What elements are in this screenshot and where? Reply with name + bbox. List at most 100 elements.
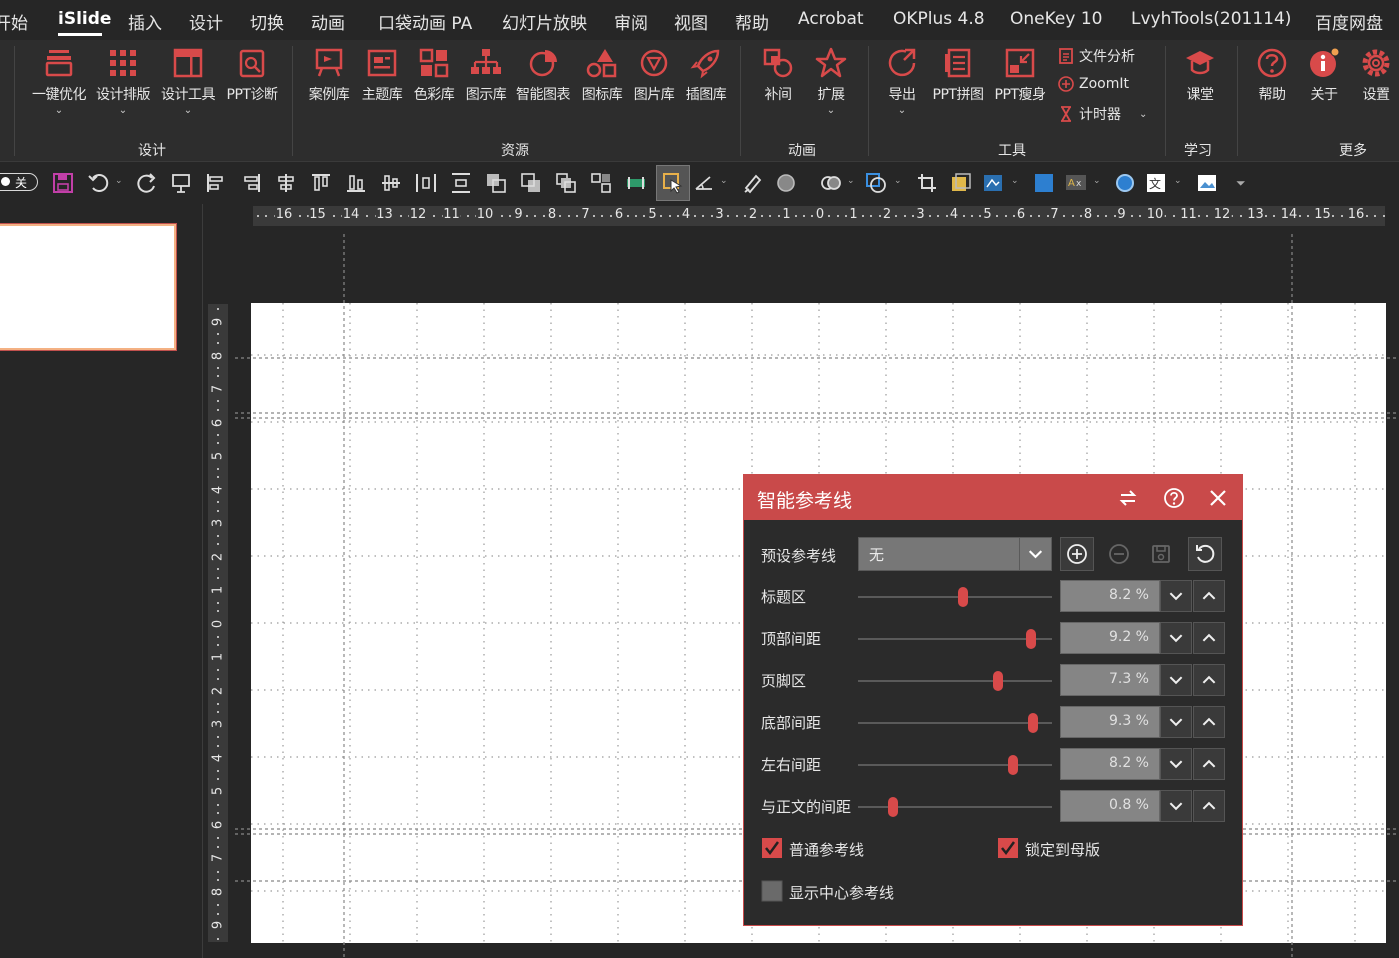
color-library-button[interactable]: 色彩库	[408, 46, 460, 104]
design-tools-button[interactable]: 设计工具 ⌄	[157, 46, 219, 116]
guide-value-input[interactable]: 7.3 %	[1060, 664, 1160, 696]
toggle-switch[interactable]: 关	[0, 173, 38, 191]
guide-slider-thumb[interactable]	[992, 671, 1003, 691]
menu-tab-transitions[interactable]: 切换	[250, 9, 284, 34]
menu-tab-animations[interactable]: 动画	[311, 9, 345, 34]
ppt-slim-button[interactable]: PPT瘦身	[990, 46, 1050, 104]
distribute-vertical-icon[interactable]	[450, 172, 472, 194]
timer-button[interactable]: 计时器 ⌄	[1057, 104, 1147, 124]
crop-to-fit-icon[interactable]	[625, 172, 647, 194]
guide-slider-track[interactable]	[858, 755, 1052, 775]
align-bottom-icon[interactable]	[345, 172, 367, 194]
format-painter-icon[interactable]	[742, 172, 764, 194]
close-icon[interactable]	[1207, 487, 1229, 509]
chevron-down-icon[interactable]: ⌄	[1011, 176, 1019, 186]
align-right-icon[interactable]	[240, 172, 262, 194]
menu-tab-acrobat[interactable]: Acrobat	[798, 9, 864, 29]
theme-library-button[interactable]: 主题库	[356, 46, 408, 104]
menu-tab-design[interactable]: 设计	[189, 9, 223, 34]
help-button[interactable]: 帮助	[1248, 46, 1296, 104]
guide-slider-thumb[interactable]	[1027, 713, 1038, 733]
picture-insert-icon[interactable]	[1196, 172, 1218, 194]
guide-value-input[interactable]: 8.2 %	[1060, 748, 1160, 780]
settings-button[interactable]: 设置	[1352, 46, 1399, 104]
crop-icon[interactable]	[916, 172, 938, 194]
guide-decrement-button[interactable]	[1160, 664, 1192, 696]
illustration-library-button[interactable]: 插图库	[680, 46, 732, 104]
chevron-down-icon[interactable]: ⌄	[720, 176, 728, 186]
guide-increment-button[interactable]	[1193, 580, 1225, 612]
image-library-button[interactable]: 图片库	[628, 46, 680, 104]
file-analysis-button[interactable]: 文件分析	[1057, 46, 1135, 66]
guide-increment-button[interactable]	[1193, 748, 1225, 780]
align-middle-icon[interactable]	[380, 172, 402, 194]
align-top-icon[interactable]	[310, 172, 332, 194]
normal-guides-checkbox[interactable]	[761, 837, 783, 859]
guide-slider-track[interactable]	[858, 713, 1052, 733]
guide-decrement-button[interactable]	[1160, 748, 1192, 780]
dialog-titlebar[interactable]: 智能参考线	[744, 475, 1242, 520]
menu-tab-okplus[interactable]: OKPlus 4.8	[893, 9, 985, 29]
guide-slider-track[interactable]	[858, 797, 1052, 817]
guide-value-input[interactable]: 9.2 %	[1060, 622, 1160, 654]
guide-slider-track[interactable]	[858, 587, 1052, 607]
customize-toolbar-icon[interactable]: ⏷	[1236, 176, 1246, 191]
diagram-library-button[interactable]: 图示库	[460, 46, 512, 104]
classroom-button[interactable]: 课堂	[1176, 46, 1224, 104]
bring-to-front-icon[interactable]	[555, 172, 577, 194]
guide-value-input[interactable]: 0.8 %	[1060, 790, 1160, 822]
text-effects-icon[interactable]: Ax	[1065, 172, 1087, 194]
guide-increment-button[interactable]	[1193, 664, 1225, 696]
outline-color-icon[interactable]	[1114, 172, 1136, 194]
menu-tab-home[interactable]: 开始	[0, 9, 28, 34]
zoomit-button[interactable]: ZoomIt	[1057, 75, 1129, 93]
shape-fill-icon[interactable]	[775, 172, 797, 194]
guide-slider-track[interactable]	[858, 629, 1052, 649]
guide-slider-thumb[interactable]	[957, 587, 968, 607]
slideshow-icon[interactable]	[170, 172, 192, 194]
swap-icon[interactable]	[1117, 487, 1139, 509]
save-preset-button[interactable]	[1144, 537, 1178, 571]
chevron-down-icon[interactable]: ⌄	[894, 176, 902, 186]
about-button[interactable]: 关于	[1300, 46, 1348, 104]
align-center-icon[interactable]	[275, 172, 297, 194]
guide-slider-thumb[interactable]	[1008, 755, 1019, 775]
guide-decrement-button[interactable]	[1160, 706, 1192, 738]
undo-icon[interactable]	[87, 172, 109, 194]
remove-preset-button[interactable]	[1102, 537, 1136, 571]
tween-button[interactable]: 补间	[753, 46, 803, 104]
help-icon[interactable]	[1163, 487, 1185, 509]
guide-decrement-button[interactable]	[1160, 790, 1192, 822]
chevron-down-icon[interactable]: ⌄	[1174, 176, 1182, 186]
extend-button[interactable]: 扩展 ⌄	[806, 46, 856, 116]
guide-value-input[interactable]: 9.3 %	[1060, 706, 1160, 738]
rotate-icon[interactable]	[693, 172, 715, 194]
menu-tab-slideshow[interactable]: 幻灯片放映	[502, 9, 587, 34]
guide-increment-button[interactable]	[1193, 622, 1225, 654]
text-box-icon[interactable]: 文	[1145, 172, 1167, 194]
chevron-down-icon[interactable]: ⌄	[115, 176, 123, 186]
ppt-diagnose-button[interactable]: PPT诊断	[221, 46, 283, 104]
design-layout-button[interactable]: 设计排版 ⌄	[92, 46, 154, 116]
case-library-button[interactable]: 案例库	[303, 46, 355, 104]
fill-color-icon[interactable]	[1033, 172, 1055, 194]
picture-effects-icon[interactable]	[982, 172, 1004, 194]
menu-tab-review[interactable]: 审阅	[614, 9, 648, 34]
redo-icon[interactable]	[136, 172, 158, 194]
slide-thumbnail[interactable]	[0, 223, 177, 351]
guide-value-input[interactable]: 8.2 %	[1060, 580, 1160, 612]
guide-decrement-button[interactable]	[1160, 580, 1192, 612]
menu-tab-islide[interactable]: iSlide	[58, 9, 111, 29]
guide-slider-track[interactable]	[858, 671, 1052, 691]
menu-tab-insert[interactable]: 插入	[128, 9, 162, 34]
guide-increment-button[interactable]	[1193, 790, 1225, 822]
merge-shapes-icon[interactable]	[820, 172, 842, 194]
group-icon[interactable]	[590, 172, 612, 194]
save-icon[interactable]	[52, 172, 74, 194]
distribute-horizontal-icon[interactable]	[415, 172, 437, 194]
menu-tab-view[interactable]: 视图	[674, 9, 708, 34]
chevron-down-icon[interactable]: ⌄	[847, 176, 855, 186]
guide-slider-thumb[interactable]	[1025, 629, 1036, 649]
picture-color-icon[interactable]	[950, 172, 972, 194]
menu-tab-onekey[interactable]: OneKey 10	[1010, 9, 1102, 29]
